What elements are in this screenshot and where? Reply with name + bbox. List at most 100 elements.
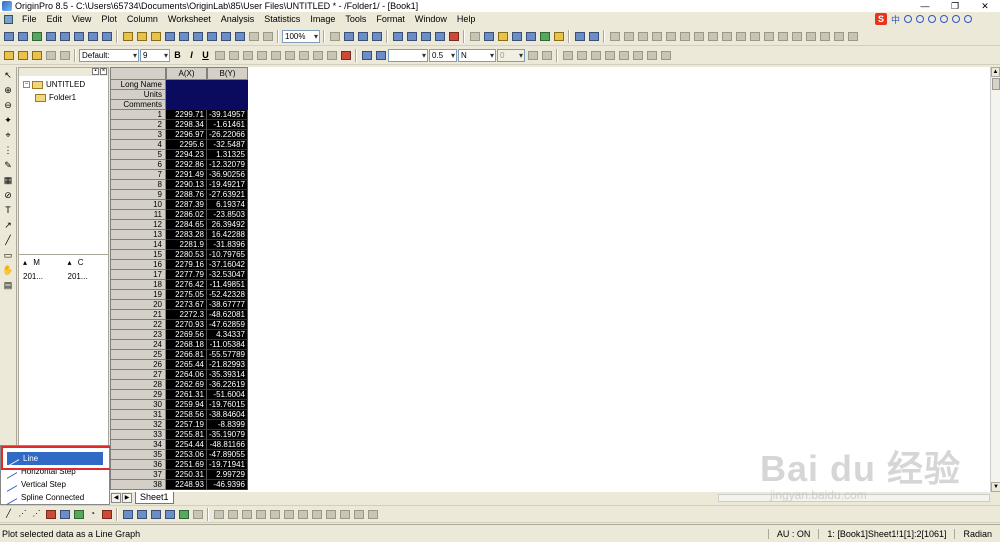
cell-b[interactable]: -48.62081 [207,310,248,320]
layer-tool-11-icon[interactable] [352,508,365,521]
data-reader-icon[interactable]: ⌖ [1,129,15,141]
close-button[interactable]: ✕ [970,0,1000,12]
layer-tool-9-icon[interactable] [324,508,337,521]
format-tool-3-icon[interactable] [30,49,43,62]
align-left-icon[interactable] [297,49,310,62]
add-y-column-icon[interactable] [587,30,600,43]
cell-b[interactable]: -1.61461 [207,120,248,130]
cell-a[interactable]: 2283.28 [166,230,207,240]
cell-a[interactable]: 2290.13 [166,180,207,190]
cell-b[interactable]: 1.31325 [207,150,248,160]
underline-button[interactable]: U [199,49,212,62]
row-number[interactable]: 4 [110,140,166,150]
copy-page-icon[interactable] [370,30,383,43]
cell-a[interactable]: 2291.49 [166,170,207,180]
new-project-icon[interactable] [2,30,15,43]
line-style-select[interactable] [388,48,428,62]
draw-data-icon[interactable]: ✎ [1,159,15,171]
new-function-icon[interactable] [72,30,85,43]
layer-tool-10-icon[interactable] [338,508,351,521]
menu-worksheet[interactable]: Worksheet [163,12,216,26]
template-5-icon[interactable] [177,508,190,521]
column-header-created[interactable]: ▴ C [64,258,109,267]
graph-tool-1-icon[interactable] [608,30,621,43]
ime-punct-icon[interactable] [904,15,912,23]
new-layout-icon[interactable] [86,30,99,43]
cell-a[interactable]: 2255.81 [166,430,207,440]
cell-b[interactable]: -47.62859 [207,320,248,330]
graph-icon[interactable] [496,30,509,43]
cell-b[interactable]: -21.82993 [207,360,248,370]
row-number[interactable]: 14 [110,240,166,250]
refresh-icon[interactable] [342,30,355,43]
cell-b[interactable]: 26.39492 [207,220,248,230]
pointer-icon[interactable]: ↖ [1,69,15,81]
decrease-font-icon[interactable] [283,49,296,62]
screen-reader-icon[interactable]: ✦ [1,114,15,126]
ime-skin-icon[interactable] [952,15,960,23]
cell-a[interactable]: 2262.69 [166,380,207,390]
cell-a[interactable]: 2286.02 [166,210,207,220]
cell-a[interactable]: 2284.65 [166,220,207,230]
row-number[interactable]: 29 [110,390,166,400]
row-number[interactable]: 9 [110,190,166,200]
matrix-icon[interactable] [510,30,523,43]
superscript-icon[interactable] [213,49,226,62]
format-tool-4-icon[interactable] [44,49,57,62]
row-number[interactable]: 28 [110,380,166,390]
row-number[interactable]: 11 [110,210,166,220]
row-number[interactable]: 24 [110,340,166,350]
cell-a[interactable]: 2299.71 [166,110,207,120]
menu-file[interactable]: File [17,12,42,26]
column-header-modified[interactable]: ▴ M [19,258,64,267]
results-log-icon[interactable] [405,30,418,43]
object-tool-7-icon[interactable] [645,49,658,62]
menu-plot[interactable]: Plot [96,12,122,26]
subscript-icon[interactable] [227,49,240,62]
graph-tool-8-icon[interactable] [706,30,719,43]
graph-tool-7-icon[interactable] [692,30,705,43]
cell-a[interactable]: 2296.97 [166,130,207,140]
menu-item-spline-connected[interactable]: Spline Connected [1,490,109,505]
graph-tool-18-icon[interactable] [846,30,859,43]
scroll-down-icon[interactable]: ▼ [991,482,1000,492]
cell-a[interactable]: 2294.23 [166,150,207,160]
cell-a[interactable]: 2266.81 [166,350,207,360]
cell-b[interactable]: -12.32079 [207,160,248,170]
fill-color-icon[interactable] [360,49,373,62]
object-tool-1-icon[interactable] [561,49,574,62]
batch-plot-icon[interactable] [261,30,274,43]
cell-b[interactable]: -19.76015 [207,400,248,410]
cell-a[interactable]: 2275.05 [166,290,207,300]
menu-statistics[interactable]: Statistics [259,12,305,26]
template-6-icon[interactable] [191,508,204,521]
cell-b[interactable]: -23.8503 [207,210,248,220]
script-window-icon[interactable] [468,30,481,43]
data-selector-icon[interactable]: ⋮ [1,144,15,156]
sogou-ime-icon[interactable]: S [874,13,887,25]
add-column-icon[interactable] [447,30,460,43]
cell-a[interactable]: 2259.94 [166,400,207,410]
text-tool-icon[interactable]: T [1,204,15,216]
cell-b[interactable]: -37.16042 [207,260,248,270]
row-number[interactable]: 16 [110,260,166,270]
format-tool-1-icon[interactable] [2,49,15,62]
cell-b[interactable]: -47.89055 [207,450,248,460]
worksheet-icon[interactable] [482,30,495,43]
zoom-in-icon[interactable]: ⊕ [1,84,15,96]
column-plot-icon[interactable] [44,508,57,521]
italic-button[interactable]: I [185,49,198,62]
cell-a[interactable]: 2276.42 [166,280,207,290]
graph-tool-10-icon[interactable] [734,30,747,43]
label-row-units[interactable]: Units [110,90,166,100]
label-row-comments[interactable]: Comments [110,100,166,110]
cell-a[interactable]: 2272.3 [166,310,207,320]
row-number[interactable]: 35 [110,450,166,460]
row-number[interactable]: 25 [110,350,166,360]
graph-tool-12-icon[interactable] [762,30,775,43]
column-header-a[interactable]: A(X) [166,67,207,80]
cell-b[interactable]: 6.19374 [207,200,248,210]
row-number[interactable]: 21 [110,310,166,320]
object-tool-6-icon[interactable] [631,49,644,62]
line-width-select[interactable]: 0.5 [429,48,457,62]
